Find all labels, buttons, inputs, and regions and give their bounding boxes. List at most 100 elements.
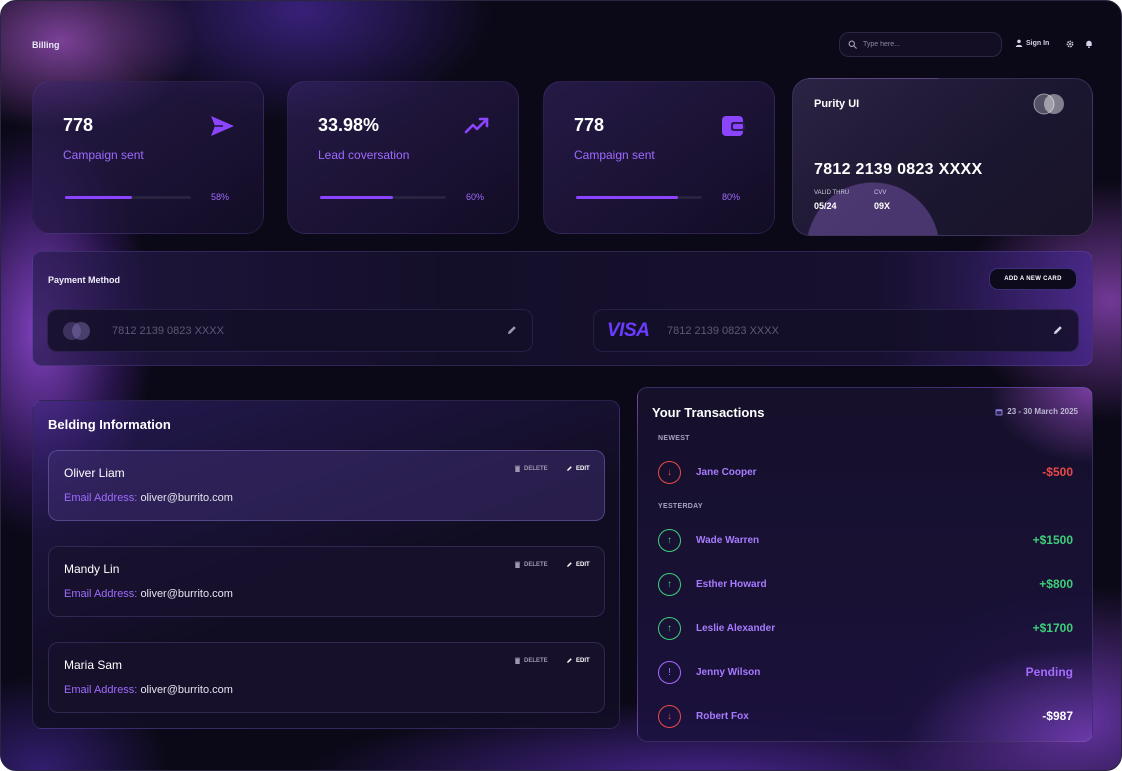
transactions-panel: Your Transactions 23 - 30 March 2025 NEW…: [637, 387, 1093, 742]
progress-bar: [65, 196, 191, 199]
payment-card-visa[interactable]: VISA 7812 2139 0823 XXXX: [593, 309, 1079, 352]
stat-card-campaign: 778 Campaign sent 58%: [32, 81, 264, 234]
transaction-name: Jenny Wilson: [696, 667, 761, 678]
transaction-amount: +$800: [1039, 577, 1073, 591]
email-label: Email Address:: [64, 684, 138, 696]
gear-icon[interactable]: [1065, 39, 1075, 49]
progress-fill: [576, 196, 679, 199]
delete-label: DELETE: [524, 657, 548, 664]
billing-email: Email Address: oliver@burrito.com: [64, 492, 233, 504]
card-brand: Purity UI: [814, 98, 860, 110]
delete-button[interactable]: DELETE: [514, 561, 548, 568]
search-input[interactable]: [863, 41, 983, 48]
payment-card-number: 7812 2139 0823 XXXX: [667, 325, 779, 337]
mastercard-icon: [63, 322, 90, 340]
transaction-row[interactable]: ↓ Jane Cooper -$500: [658, 461, 1073, 485]
pencil-icon: [567, 658, 572, 663]
pencil-icon[interactable]: [506, 324, 518, 336]
card-number: 7812 2139 0823 XXXX: [814, 161, 983, 178]
edit-button[interactable]: EDIT: [566, 657, 590, 664]
transaction-name: Esther Howard: [696, 579, 767, 590]
stat-value: 33.98%: [318, 115, 380, 135]
billing-email: Email Address: oliver@burrito.com: [64, 684, 233, 696]
progress-bar: [320, 196, 446, 199]
delete-label: DELETE: [524, 561, 548, 568]
edit-button[interactable]: EDIT: [566, 465, 590, 472]
stat-card-campaign-2: 778 Campaign sent 80%: [543, 81, 775, 234]
edit-label: EDIT: [576, 657, 590, 664]
bell-icon[interactable]: [1084, 39, 1094, 49]
edit-label: EDIT: [576, 465, 590, 472]
arrow-down-icon: ↓: [658, 461, 681, 484]
delete-button[interactable]: DELETE: [514, 465, 548, 472]
billing-item: Oliver Liam Email Address: oliver@burrit…: [48, 450, 605, 521]
credit-card: Purity UI 7812 2139 0823 XXXX VALID THRU…: [792, 78, 1093, 236]
stat-label: Campaign sent: [574, 148, 655, 162]
trash-icon: [514, 465, 521, 472]
arrow-up-icon: ↑: [658, 529, 681, 552]
transaction-amount: -$500: [1042, 465, 1073, 479]
trending-up-icon: [464, 117, 489, 134]
cvv-label: CVV: [874, 190, 887, 196]
edit-button[interactable]: EDIT: [566, 561, 590, 568]
transaction-row[interactable]: ↑ Leslie Alexander +$1700: [658, 617, 1073, 641]
page-title: Billing: [32, 40, 60, 50]
pencil-icon: [567, 466, 572, 471]
transaction-row[interactable]: ! Jenny Wilson Pending: [658, 661, 1073, 685]
billing-name: Oliver Liam: [64, 466, 125, 480]
transaction-row[interactable]: ↑ Esther Howard +$800: [658, 573, 1073, 597]
trash-icon: [514, 561, 521, 568]
delete-button[interactable]: DELETE: [514, 657, 548, 664]
billing-item: Maria Sam Email Address: oliver@burrito.…: [48, 642, 605, 713]
search-box[interactable]: [839, 32, 1002, 57]
section-yesterday: YESTERDAY: [658, 503, 703, 510]
wallet-icon: [722, 116, 745, 136]
transaction-amount: Pending: [1025, 665, 1073, 679]
date-range-label: 23 - 30 March 2025: [1007, 407, 1078, 416]
app-frame: Billing Sign In 778 Campaign sent 58: [0, 0, 1122, 771]
transaction-row[interactable]: ↓ Robert Fox -$987: [658, 705, 1073, 729]
billing-item: Mandy Lin Email Address: oliver@burrito.…: [48, 546, 605, 617]
add-new-card-button[interactable]: ADD A NEW CARD: [989, 268, 1077, 290]
progress-bar: [576, 196, 702, 199]
search-icon: [848, 40, 857, 49]
billing-information-title: Belding Information: [48, 417, 171, 432]
email-label: Email Address:: [64, 588, 138, 600]
sign-in-link[interactable]: Sign In: [1015, 39, 1049, 47]
send-icon: [211, 116, 234, 136]
edit-label: EDIT: [576, 561, 590, 568]
email-label: Email Address:: [64, 492, 138, 504]
billing-name: Maria Sam: [64, 658, 123, 672]
sign-in-label: Sign In: [1026, 39, 1050, 47]
transaction-name: Robert Fox: [696, 711, 749, 722]
mastercard-icon: [1033, 93, 1064, 115]
payment-card-mastercard[interactable]: 7812 2139 0823 XXXX: [47, 309, 533, 352]
calendar-icon: [995, 408, 1003, 415]
stat-card-lead: 33.98% Lead coversation 60%: [287, 81, 519, 234]
stat-label: Lead coversation: [318, 148, 410, 162]
delete-label: DELETE: [524, 465, 548, 472]
transaction-name: Leslie Alexander: [696, 623, 776, 634]
billing-information-panel: Belding Information Oliver Liam Email Ad…: [32, 400, 620, 729]
payment-card-number: 7812 2139 0823 XXXX: [112, 325, 224, 337]
cvv-value: 09X: [874, 201, 891, 211]
transaction-amount: +$1500: [1032, 533, 1073, 547]
stat-label: Campaign sent: [63, 148, 144, 162]
transaction-name: Jane Cooper: [696, 467, 757, 478]
progress-fill: [320, 196, 394, 199]
billing-name: Mandy Lin: [64, 562, 120, 576]
progress-fill: [65, 196, 132, 199]
transaction-name: Wade Warren: [696, 535, 760, 546]
valid-thru-label: VALID THRU: [814, 190, 850, 196]
date-range[interactable]: 23 - 30 March 2025: [995, 407, 1078, 416]
progress-percent: 58%: [211, 192, 230, 202]
email-value: oliver@burrito.com: [140, 492, 233, 504]
valid-thru-value: 05/24: [814, 201, 837, 211]
trash-icon: [514, 657, 521, 664]
stat-value: 778: [574, 115, 605, 135]
progress-percent: 60%: [466, 192, 485, 202]
email-value: oliver@burrito.com: [140, 588, 233, 600]
pencil-icon[interactable]: [1052, 324, 1064, 336]
transaction-row[interactable]: ↑ Wade Warren +$1500: [658, 529, 1073, 553]
progress-percent: 80%: [722, 192, 741, 202]
